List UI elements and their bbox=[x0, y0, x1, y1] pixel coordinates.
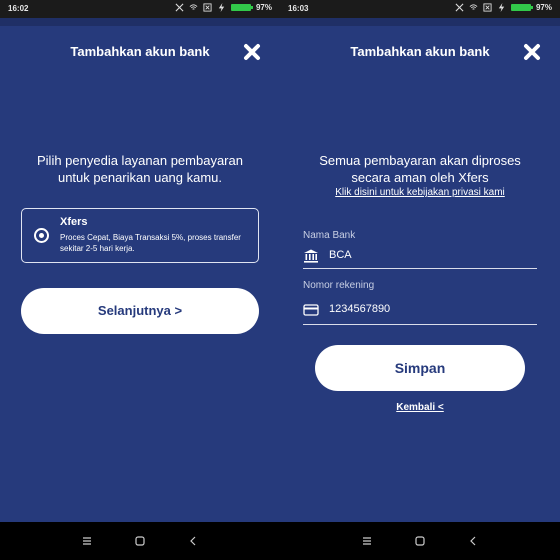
home-icon[interactable] bbox=[413, 534, 427, 548]
status-icons: 97% bbox=[175, 3, 272, 12]
status-time: 16:03 bbox=[288, 4, 309, 13]
page-title: Tambahkan akun bank bbox=[350, 44, 490, 59]
bank-name-label: Nama Bank bbox=[303, 230, 356, 241]
prompt-line-1: Pilih penyedia layanan pembayaran bbox=[37, 153, 243, 168]
bank-name-field[interactable]: BCA bbox=[303, 245, 537, 269]
save-button[interactable]: Simpan bbox=[315, 345, 525, 391]
next-button[interactable]: Selanjutnya > bbox=[21, 288, 259, 334]
status-bar: 16:02 97% bbox=[0, 0, 280, 18]
back-icon[interactable] bbox=[186, 534, 200, 548]
battery-percent: 97% bbox=[535, 3, 552, 12]
top-band bbox=[280, 18, 560, 26]
provider-name: Xfers bbox=[60, 216, 88, 228]
nav-bar bbox=[280, 522, 560, 560]
status-bar: 16:03 97% bbox=[280, 0, 560, 18]
provider-description: Proces Cepat, Biaya Transaksi 5%, proses… bbox=[60, 233, 241, 253]
status-time: 16:02 bbox=[8, 4, 29, 13]
wifi-icon bbox=[189, 4, 198, 10]
signal-off-icon bbox=[455, 3, 464, 12]
screen-select-provider: 16:02 97% Tambahkan akun bank Pilih peny… bbox=[0, 0, 280, 560]
wifi-icon bbox=[469, 4, 478, 10]
screen-bank-details: 16:03 97% Tambahkan akun bank Semua pemb… bbox=[280, 0, 560, 560]
page-title: Tambahkan akun bank bbox=[70, 44, 210, 59]
top-band bbox=[0, 18, 280, 26]
nav-bar bbox=[0, 522, 280, 560]
sim-icon bbox=[203, 3, 212, 12]
status-icons: 97% bbox=[455, 3, 552, 12]
info-line-1: Semua pembayaran akan diproses bbox=[319, 153, 521, 168]
account-number-value: 1234567890 bbox=[329, 303, 391, 315]
battery-percent: 97% bbox=[255, 3, 272, 12]
account-number-field[interactable]: 1234567890 bbox=[303, 298, 537, 325]
battery-icon bbox=[510, 4, 533, 11]
battery-icon bbox=[230, 4, 253, 11]
info-line-2: secara aman oleh Xfers bbox=[351, 170, 489, 185]
prompt-line-2: untuk penarikan uang kamu. bbox=[57, 170, 223, 185]
menu-icon[interactable] bbox=[80, 534, 94, 548]
close-icon[interactable] bbox=[520, 40, 544, 64]
bank-icon bbox=[304, 249, 318, 263]
charging-icon bbox=[498, 3, 505, 12]
account-number-label: Nomor rekening bbox=[303, 280, 375, 291]
back-icon[interactable] bbox=[466, 534, 480, 548]
card-icon bbox=[303, 304, 319, 316]
radio-selected-icon[interactable] bbox=[34, 228, 49, 243]
menu-icon[interactable] bbox=[360, 534, 374, 548]
provider-option-xfers[interactable]: Xfers Proces Cepat, Biaya Transaksi 5%, … bbox=[21, 208, 259, 263]
privacy-policy-link[interactable]: Klik disini untuk kebijakan privasi kami bbox=[280, 187, 560, 198]
close-icon[interactable] bbox=[240, 40, 264, 64]
home-icon[interactable] bbox=[133, 534, 147, 548]
back-link[interactable]: Kembali < bbox=[280, 402, 560, 413]
sim-icon bbox=[483, 3, 492, 12]
charging-icon bbox=[218, 3, 225, 12]
signal-off-icon bbox=[175, 3, 184, 12]
bank-name-value: BCA bbox=[329, 249, 352, 261]
